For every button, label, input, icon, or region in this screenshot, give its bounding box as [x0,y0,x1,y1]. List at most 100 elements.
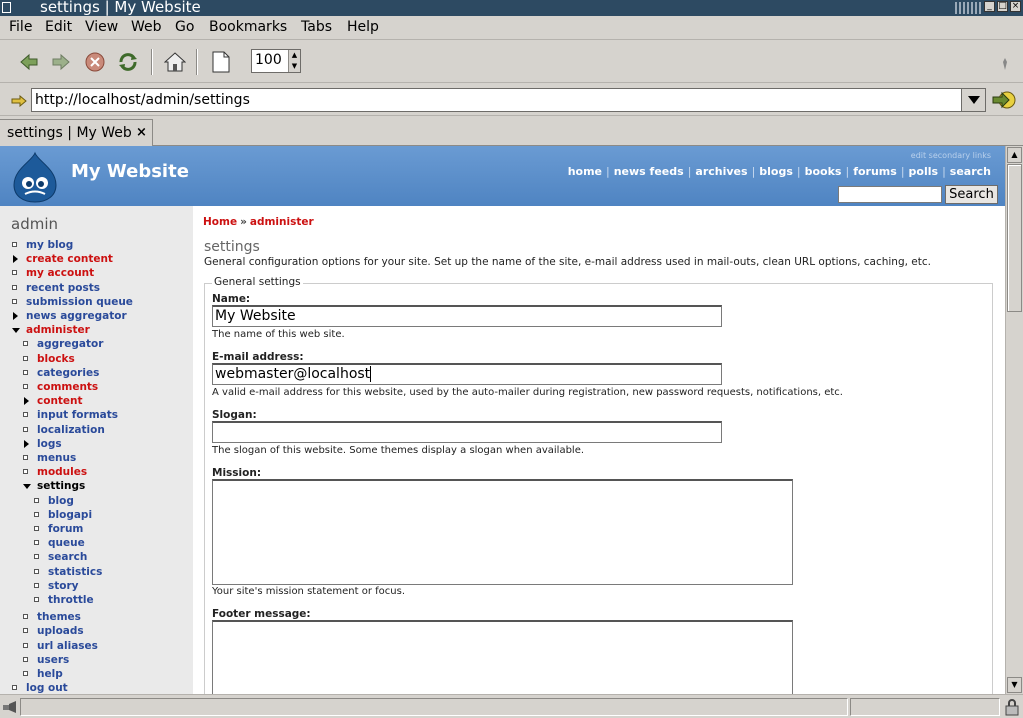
tab-label: settings | My Web [7,125,132,141]
maximize-button[interactable]: □ [997,1,1008,12]
slogan-field[interactable] [212,421,722,443]
slogan-label: Slogan: [212,409,257,421]
scroll-down-button[interactable]: ▼ [1007,677,1022,693]
sidebar-item-logs[interactable]: logs [37,438,62,450]
bullet-icon [34,497,39,503]
primary-link-news-feeds[interactable]: news feeds [614,165,684,178]
menu-go[interactable]: Go [175,19,194,35]
breadcrumb-home[interactable]: Home [203,216,237,228]
sidebar-item-url-aliases[interactable]: url aliases [37,640,98,652]
sidebar-item-settings[interactable]: settings [37,480,85,492]
close-window-button[interactable]: × [1010,1,1021,12]
sidebar-item-comments[interactable]: comments [37,381,98,393]
drupal-logo-icon[interactable] [10,151,60,203]
tab-settings[interactable]: settings | My Web × [0,119,153,147]
email-value: webmaster@localhost [215,366,371,382]
sidebar-item-help[interactable]: help [37,668,63,680]
sidebar-item-search[interactable]: search [48,551,87,563]
sidebar-item-input-formats[interactable]: input formats [37,409,118,421]
site-name[interactable]: My Website [71,161,189,182]
scroll-up-button[interactable]: ▲ [1007,147,1022,163]
primary-link-home[interactable]: home [568,165,602,178]
sidebar-item-blogapi[interactable]: blogapi [48,509,92,521]
sidebar-item-my-account[interactable]: my account [26,267,94,279]
header-search-button[interactable]: Search [945,185,998,204]
scroll-thumb[interactable] [1007,164,1022,312]
header-search-input[interactable] [838,186,942,203]
sidebar-item-forum[interactable]: forum [48,523,83,535]
sidebar-item-throttle[interactable]: throttle [48,594,94,606]
sidebar-item-my-blog[interactable]: my blog [26,239,73,251]
sidebar-item-recent-posts[interactable]: recent posts [26,282,100,294]
throbber-icon [1003,58,1007,70]
sidebar-item-log-out[interactable]: log out [26,682,68,694]
sidebar-item-users[interactable]: users [37,654,69,666]
home-button[interactable] [164,51,186,73]
primary-link-polls[interactable]: polls [909,165,939,178]
sidebar-item-news-aggregator[interactable]: news aggregator [26,310,127,322]
forward-button[interactable] [50,51,72,73]
menu-help[interactable]: Help [347,19,379,35]
zoom-spin-arrows[interactable]: ▲ ▼ [288,50,300,72]
primary-link-blogs[interactable]: blogs [759,165,793,178]
menu-view[interactable]: View [85,19,118,35]
name-field[interactable]: My Website [212,305,722,327]
sidebar-item-create-content[interactable]: create content [26,253,113,265]
browser-window: settings | My Website _ □ × File Edit Vi… [0,0,1023,718]
primary-link-books[interactable]: books [805,165,842,178]
sidebar-item-blocks[interactable]: blocks [37,353,75,365]
primary-link-archives[interactable]: archives [695,165,747,178]
sidebar-item-story[interactable]: story [48,580,79,592]
sidebar-item-modules[interactable]: modules [37,466,87,478]
menu-bookmarks[interactable]: Bookmarks [209,19,287,35]
status-text-panel [20,698,848,716]
title-bar: settings | My Website _ □ × [0,0,1023,16]
url-history-dropdown[interactable] [961,88,986,112]
edit-secondary-links[interactable]: edit secondary links [911,151,991,160]
sidebar-item-themes[interactable]: themes [37,611,81,623]
bullet-icon [12,284,17,290]
vertical-scrollbar[interactable]: ▲ ▼ [1005,146,1023,694]
go-button[interactable] [991,90,1017,113]
sidebar-item-menus[interactable]: menus [37,452,76,464]
back-arrow-icon [20,53,38,71]
sidebar-item-statistics[interactable]: statistics [48,566,102,578]
primary-link-forums[interactable]: forums [853,165,897,178]
footer-textarea[interactable] [212,620,793,694]
sidebar-item-categories[interactable]: categories [37,367,99,379]
new-page-button[interactable] [210,51,232,73]
expanded-arrow-icon [23,484,31,490]
bullet-icon [23,671,28,676]
menu-edit[interactable]: Edit [45,19,72,35]
zoom-stepper[interactable]: 100 ▲ ▼ [251,49,301,73]
window-menu-icon[interactable] [2,2,11,13]
bullet-icon [23,412,28,418]
primary-link-search[interactable]: search [950,165,991,178]
bullet-icon [34,511,39,517]
page-icon [212,51,230,73]
name-help: The name of this web site. [212,329,345,340]
minimize-button[interactable]: _ [984,1,995,12]
email-field[interactable]: webmaster@localhost [212,363,722,385]
reload-button[interactable] [117,51,139,73]
close-tab-icon[interactable]: × [136,125,147,140]
sidebar-item-submission-queue[interactable]: submission queue [26,296,133,308]
sidebar-item-blog[interactable]: blog [48,495,74,507]
bullet-icon [12,242,17,247]
sidebar-item-queue[interactable]: queue [48,537,85,549]
sidebar-item-administer[interactable]: administer [26,324,90,336]
url-input[interactable]: http://localhost/admin/settings [31,88,961,112]
mission-textarea[interactable] [212,479,793,585]
breadcrumb-administer[interactable]: administer [250,216,314,228]
page-description: General configuration options for your s… [204,256,931,268]
sidebar-item-aggregator[interactable]: aggregator [37,338,103,350]
menu-file[interactable]: File [9,19,32,35]
stop-button[interactable] [84,51,106,73]
bullet-icon [34,540,39,546]
menu-tabs[interactable]: Tabs [301,19,332,35]
sidebar-item-uploads[interactable]: uploads [37,625,84,637]
menu-web[interactable]: Web [131,19,162,35]
back-button[interactable] [18,51,40,73]
sidebar-item-localization[interactable]: localization [37,424,105,436]
sidebar-item-content[interactable]: content [37,395,83,407]
